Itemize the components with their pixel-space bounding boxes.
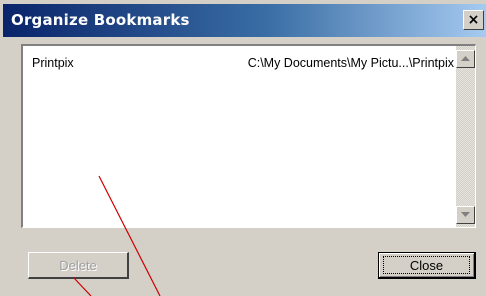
annotation-line-to-delete (73, 277, 92, 296)
scroll-up-arrow-icon (461, 56, 470, 61)
bookmarks-list-content: Printpix C:\My Documents\My Pictu...\Pri… (23, 46, 456, 227)
focus-indicator: Close (383, 256, 470, 274)
organize-bookmarks-dialog: Organize Bookmarks × Printpix C:\My Docu… (0, 0, 486, 296)
bookmarks-list[interactable]: Printpix C:\My Documents\My Pictu...\Pri… (21, 44, 476, 228)
window-title: Organize Bookmarks (11, 11, 190, 29)
bookmark-name: Printpix (32, 56, 74, 70)
close-window-button[interactable]: × (463, 10, 484, 30)
title-bar[interactable]: Organize Bookmarks × (3, 4, 486, 37)
scroll-down-button[interactable] (456, 206, 475, 224)
close-icon: × (467, 12, 480, 28)
close-button[interactable]: Close (378, 252, 476, 279)
scroll-down-arrow-icon (461, 212, 470, 217)
delete-button[interactable]: Delete (28, 252, 129, 279)
bookmark-path: C:\My Documents\My Pictu...\Printpix (247, 56, 454, 70)
close-button-label: Close (409, 257, 444, 273)
delete-button-label: Delete (59, 257, 97, 273)
vertical-scrollbar[interactable] (456, 46, 475, 227)
list-item[interactable]: Printpix C:\My Documents\My Pictu...\Pri… (23, 54, 456, 72)
scroll-up-button[interactable] (456, 50, 475, 68)
